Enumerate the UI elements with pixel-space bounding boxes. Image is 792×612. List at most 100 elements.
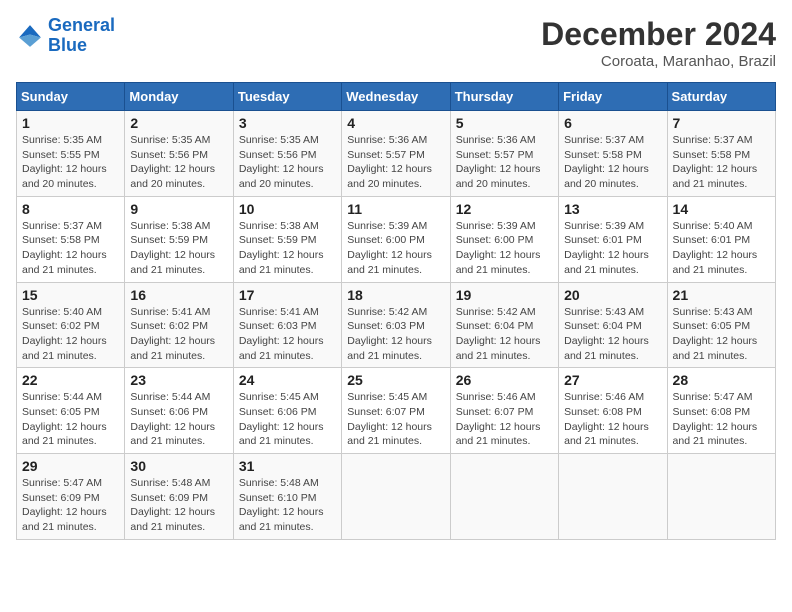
day-cell: 28 Sunrise: 5:47 AM Sunset: 6:08 PM Dayl… <box>667 368 775 454</box>
day-info: Sunrise: 5:48 AM Sunset: 6:09 PM Dayligh… <box>130 476 227 535</box>
sunrise-label: Sunrise: 5:46 AM <box>456 391 536 403</box>
day-number: 11 <box>347 201 444 217</box>
day-number: 22 <box>22 372 119 388</box>
day-number: 25 <box>347 372 444 388</box>
sunset-label: Sunset: 5:57 PM <box>347 149 425 161</box>
week-row-5: 29 Sunrise: 5:47 AM Sunset: 6:09 PM Dayl… <box>17 454 776 540</box>
day-info: Sunrise: 5:46 AM Sunset: 6:07 PM Dayligh… <box>456 390 553 449</box>
day-info: Sunrise: 5:39 AM Sunset: 6:00 PM Dayligh… <box>456 219 553 278</box>
sunrise-label: Sunrise: 5:43 AM <box>564 306 644 318</box>
sunset-label: Sunset: 5:56 PM <box>239 149 317 161</box>
sunrise-label: Sunrise: 5:42 AM <box>347 306 427 318</box>
sunrise-label: Sunrise: 5:36 AM <box>456 134 536 146</box>
daylight-label: Daylight: 12 hours and 21 minutes. <box>239 249 324 276</box>
sunset-label: Sunset: 6:01 PM <box>564 234 642 246</box>
sunset-label: Sunset: 5:56 PM <box>130 149 208 161</box>
day-number: 2 <box>130 115 227 131</box>
day-cell: 2 Sunrise: 5:35 AM Sunset: 5:56 PM Dayli… <box>125 111 233 197</box>
daylight-label: Daylight: 12 hours and 21 minutes. <box>564 249 649 276</box>
daylight-label: Daylight: 12 hours and 21 minutes. <box>22 506 107 533</box>
day-cell: 26 Sunrise: 5:46 AM Sunset: 6:07 PM Dayl… <box>450 368 558 454</box>
day-number: 7 <box>673 115 770 131</box>
logo-icon <box>16 22 44 50</box>
day-info: Sunrise: 5:37 AM Sunset: 5:58 PM Dayligh… <box>673 133 770 192</box>
daylight-label: Daylight: 12 hours and 21 minutes. <box>564 421 649 448</box>
sunrise-label: Sunrise: 5:41 AM <box>239 306 319 318</box>
sunrise-label: Sunrise: 5:44 AM <box>130 391 210 403</box>
sunset-label: Sunset: 6:06 PM <box>239 406 317 418</box>
day-info: Sunrise: 5:38 AM Sunset: 5:59 PM Dayligh… <box>239 219 336 278</box>
sunrise-label: Sunrise: 5:44 AM <box>22 391 102 403</box>
week-row-2: 8 Sunrise: 5:37 AM Sunset: 5:58 PM Dayli… <box>17 196 776 282</box>
day-info: Sunrise: 5:36 AM Sunset: 5:57 PM Dayligh… <box>456 133 553 192</box>
sunrise-label: Sunrise: 5:36 AM <box>347 134 427 146</box>
day-info: Sunrise: 5:44 AM Sunset: 6:06 PM Dayligh… <box>130 390 227 449</box>
day-number: 3 <box>239 115 336 131</box>
sunset-label: Sunset: 6:00 PM <box>456 234 534 246</box>
day-cell: 7 Sunrise: 5:37 AM Sunset: 5:58 PM Dayli… <box>667 111 775 197</box>
day-cell: 25 Sunrise: 5:45 AM Sunset: 6:07 PM Dayl… <box>342 368 450 454</box>
sunset-label: Sunset: 5:55 PM <box>22 149 100 161</box>
day-cell: 16 Sunrise: 5:41 AM Sunset: 6:02 PM Dayl… <box>125 282 233 368</box>
sunrise-label: Sunrise: 5:43 AM <box>673 306 753 318</box>
sunset-label: Sunset: 5:58 PM <box>22 234 100 246</box>
days-of-week-row: Sunday Monday Tuesday Wednesday Thursday… <box>17 83 776 111</box>
day-info: Sunrise: 5:39 AM Sunset: 6:00 PM Dayligh… <box>347 219 444 278</box>
page-header: General Blue December 2024 Coroata, Mara… <box>16 16 776 70</box>
day-number: 23 <box>130 372 227 388</box>
day-cell: 31 Sunrise: 5:48 AM Sunset: 6:10 PM Dayl… <box>233 454 341 540</box>
sunrise-label: Sunrise: 5:39 AM <box>347 220 427 232</box>
day-info: Sunrise: 5:43 AM Sunset: 6:05 PM Dayligh… <box>673 305 770 364</box>
daylight-label: Daylight: 12 hours and 20 minutes. <box>22 163 107 190</box>
col-thursday: Thursday <box>450 83 558 111</box>
day-info: Sunrise: 5:37 AM Sunset: 5:58 PM Dayligh… <box>564 133 661 192</box>
calendar-table: Sunday Monday Tuesday Wednesday Thursday… <box>16 82 776 540</box>
day-info: Sunrise: 5:45 AM Sunset: 6:06 PM Dayligh… <box>239 390 336 449</box>
sunset-label: Sunset: 6:06 PM <box>130 406 208 418</box>
main-title: December 2024 <box>541 16 776 53</box>
day-cell: 21 Sunrise: 5:43 AM Sunset: 6:05 PM Dayl… <box>667 282 775 368</box>
day-number: 12 <box>456 201 553 217</box>
daylight-label: Daylight: 12 hours and 21 minutes. <box>239 506 324 533</box>
day-info: Sunrise: 5:40 AM Sunset: 6:02 PM Dayligh… <box>22 305 119 364</box>
daylight-label: Daylight: 12 hours and 20 minutes. <box>564 163 649 190</box>
col-saturday: Saturday <box>667 83 775 111</box>
day-cell <box>342 454 450 540</box>
daylight-label: Daylight: 12 hours and 20 minutes. <box>456 163 541 190</box>
day-info: Sunrise: 5:41 AM Sunset: 6:02 PM Dayligh… <box>130 305 227 364</box>
day-cell: 30 Sunrise: 5:48 AM Sunset: 6:09 PM Dayl… <box>125 454 233 540</box>
day-number: 28 <box>673 372 770 388</box>
day-cell: 13 Sunrise: 5:39 AM Sunset: 6:01 PM Dayl… <box>559 196 667 282</box>
day-info: Sunrise: 5:45 AM Sunset: 6:07 PM Dayligh… <box>347 390 444 449</box>
day-number: 29 <box>22 458 119 474</box>
daylight-label: Daylight: 12 hours and 21 minutes. <box>347 249 432 276</box>
sunset-label: Sunset: 6:02 PM <box>22 320 100 332</box>
day-number: 27 <box>564 372 661 388</box>
sunrise-label: Sunrise: 5:37 AM <box>673 134 753 146</box>
day-number: 8 <box>22 201 119 217</box>
daylight-label: Daylight: 12 hours and 21 minutes. <box>456 421 541 448</box>
daylight-label: Daylight: 12 hours and 21 minutes. <box>239 335 324 362</box>
daylight-label: Daylight: 12 hours and 21 minutes. <box>130 249 215 276</box>
daylight-label: Daylight: 12 hours and 21 minutes. <box>22 249 107 276</box>
sunrise-label: Sunrise: 5:42 AM <box>456 306 536 318</box>
day-number: 18 <box>347 287 444 303</box>
daylight-label: Daylight: 12 hours and 20 minutes. <box>130 163 215 190</box>
sunrise-label: Sunrise: 5:37 AM <box>564 134 644 146</box>
sunset-label: Sunset: 6:05 PM <box>22 406 100 418</box>
day-number: 19 <box>456 287 553 303</box>
sunset-label: Sunset: 5:59 PM <box>239 234 317 246</box>
day-cell: 11 Sunrise: 5:39 AM Sunset: 6:00 PM Dayl… <box>342 196 450 282</box>
day-cell: 9 Sunrise: 5:38 AM Sunset: 5:59 PM Dayli… <box>125 196 233 282</box>
daylight-label: Daylight: 12 hours and 21 minutes. <box>673 335 758 362</box>
daylight-label: Daylight: 12 hours and 21 minutes. <box>22 335 107 362</box>
col-tuesday: Tuesday <box>233 83 341 111</box>
day-cell <box>450 454 558 540</box>
sunrise-label: Sunrise: 5:47 AM <box>673 391 753 403</box>
day-info: Sunrise: 5:37 AM Sunset: 5:58 PM Dayligh… <box>22 219 119 278</box>
col-friday: Friday <box>559 83 667 111</box>
sunrise-label: Sunrise: 5:38 AM <box>130 220 210 232</box>
day-info: Sunrise: 5:38 AM Sunset: 5:59 PM Dayligh… <box>130 219 227 278</box>
daylight-label: Daylight: 12 hours and 21 minutes. <box>22 421 107 448</box>
week-row-4: 22 Sunrise: 5:44 AM Sunset: 6:05 PM Dayl… <box>17 368 776 454</box>
